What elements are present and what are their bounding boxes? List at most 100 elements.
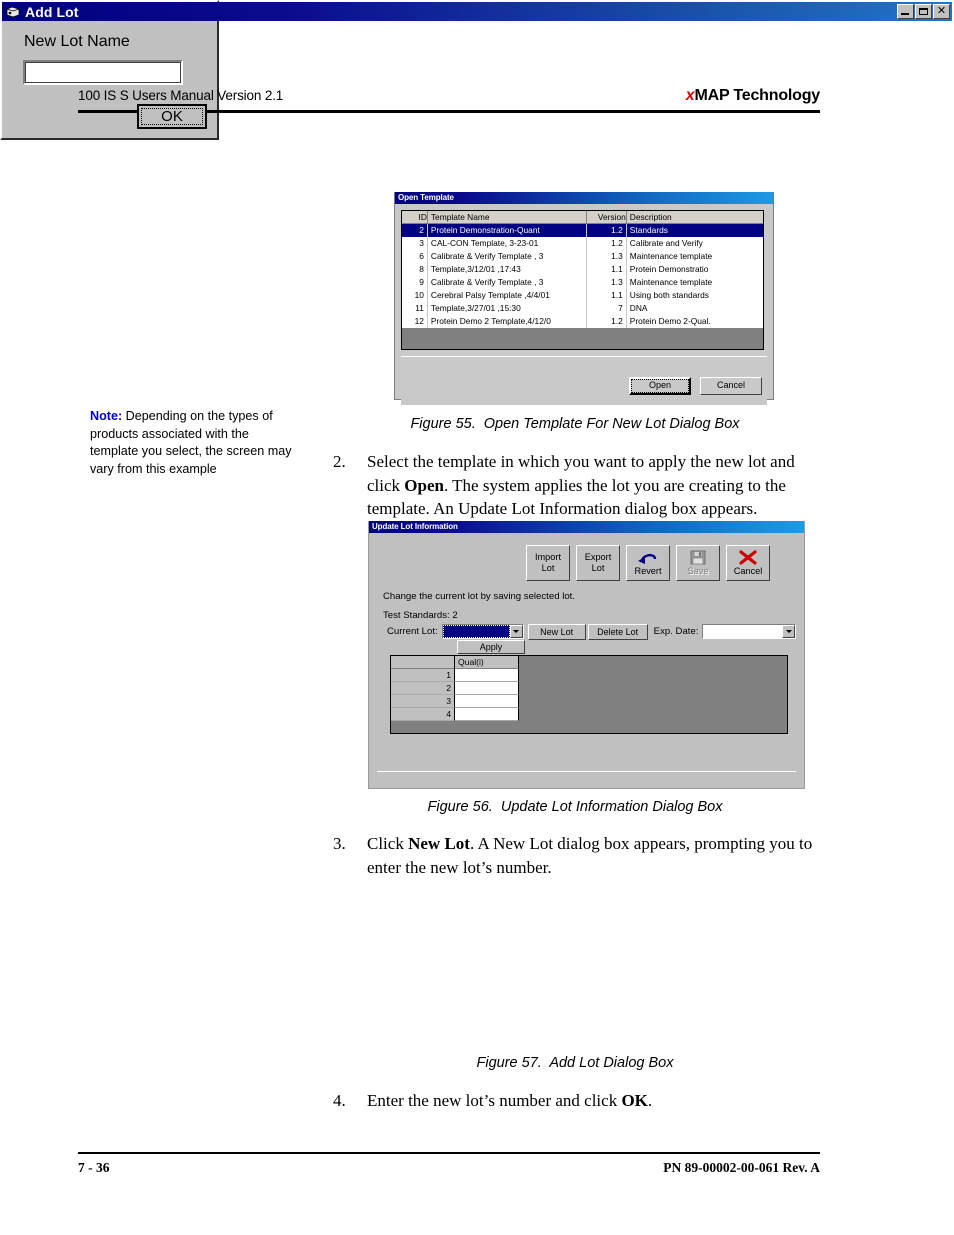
cancel-toolbar-button[interactable]: Cancel — [726, 545, 770, 581]
column-header-id[interactable]: ID — [402, 211, 428, 224]
table-row[interactable]: 6 Calibrate & Verify Template , 3 1.3 Maint… — [402, 250, 763, 263]
table-row[interactable]: 12 Protein Demo 2 Template,4/12/0 1.2 Prote… — [402, 315, 763, 328]
new-lot-name-input[interactable] — [23, 60, 183, 85]
import-lot-button[interactable]: Import Lot — [526, 545, 570, 581]
close-icon[interactable]: ✕ — [933, 4, 950, 19]
step-2: 2. Select the template in which you want… — [333, 450, 820, 521]
table-row[interactable]: 3 CAL-CON Template, 3-23-01 1.2 Calibrate a… — [402, 237, 763, 250]
cell-name: Template,3/12/01 ,17:43 — [428, 263, 587, 276]
step-4-part2: . — [647, 1091, 653, 1110]
cell-name: Calibrate & Verify Template , 3 — [428, 250, 587, 263]
cell-name: CAL-CON Template, 3-23-01 — [428, 237, 587, 250]
revert-label: Revert — [634, 565, 662, 576]
apply-button[interactable]: Apply — [457, 640, 525, 654]
cell-description: Maintenance template — [629, 251, 713, 261]
cell-name: Protein Demonstration-Quant — [428, 224, 587, 237]
export-lot-line1: Export — [584, 552, 612, 562]
exp-date-value — [703, 625, 783, 638]
table-row[interactable]: 11 Template,3/27/01 ,15:30 7 DNA — [402, 302, 763, 315]
cell-version: 1.2 — [587, 237, 627, 250]
red-x-icon — [739, 549, 757, 565]
cell-description: Standards — [629, 225, 668, 235]
undo-arrow-icon — [636, 550, 660, 565]
revert-button[interactable]: Revert — [626, 545, 670, 581]
note-label: Note: — [90, 409, 123, 423]
table-row[interactable]: 2 Protein Demonstration-Quant 1.2 Standards — [402, 224, 763, 237]
open-template-titlebar: Open Template — [395, 192, 773, 204]
cell-id: 2 — [402, 224, 428, 237]
cell-description: Calibrate and Verify — [629, 238, 703, 248]
grid-cell[interactable] — [455, 682, 519, 695]
exp-date-chevron-down-icon[interactable] — [782, 625, 796, 638]
grid-row-header[interactable]: 4 — [391, 708, 455, 721]
current-lot-combo[interactable] — [441, 624, 524, 639]
cell-name: Calibrate & Verify Template , 3 — [428, 276, 587, 289]
table-row[interactable]: 10 Cerebral Palsy Template ,4/4/01 1.1 Usin… — [402, 289, 763, 302]
step-2-number: 2. — [333, 452, 346, 471]
exp-date-combo[interactable] — [702, 624, 797, 639]
cell-id: 10 — [402, 289, 428, 302]
template-listview[interactable]: ID Template Name Version Description 2 Pr… — [401, 210, 764, 350]
open-template-dialog: Open Template ID Template Name Version D… — [394, 192, 774, 405]
page-number: 7 - 36 — [78, 1160, 110, 1175]
import-lot-line1: Import — [534, 552, 562, 562]
maximize-icon[interactable] — [915, 4, 932, 19]
chevron-down-icon[interactable] — [509, 625, 523, 638]
update-lot-title: Update Lot Information — [372, 522, 458, 531]
status-bar-divider — [377, 771, 796, 772]
grid-row-header[interactable]: 3 — [391, 695, 455, 708]
export-lot-button[interactable]: Export Lot — [576, 545, 620, 581]
grid-cell[interactable] — [455, 708, 519, 721]
grid-column-header-qual[interactable]: Qual(i) — [455, 656, 519, 669]
cell-id: 9 — [402, 276, 428, 289]
cancel-button[interactable]: Cancel — [700, 377, 762, 395]
note-callout: Note: Depending on the types of products… — [90, 408, 295, 478]
open-button[interactable]: Open — [629, 377, 691, 395]
cell-version: 1.3 — [587, 276, 627, 289]
step-3-number: 3. — [333, 834, 346, 853]
grid-row-header[interactable]: 1 — [391, 669, 455, 682]
cell-version: 1.1 — [587, 263, 627, 276]
lot-values-grid[interactable]: Qual(i) 1234 — [390, 655, 788, 734]
cell-description: Protein Demo 2-Qual. — [629, 316, 711, 326]
cell-id: 3 — [402, 237, 428, 250]
minimize-icon[interactable] — [897, 4, 914, 19]
grid-cell[interactable] — [455, 695, 519, 708]
import-lot-line2: Lot — [541, 563, 555, 573]
table-row[interactable]: 9 Calibrate & Verify Template , 3 1.3 Maint… — [402, 276, 763, 289]
cell-name: Cerebral Palsy Template ,4/4/01 — [428, 289, 587, 302]
cell-description: Maintenance template — [629, 277, 713, 287]
cell-version: 1.2 — [587, 224, 627, 237]
open-template-body: ID Template Name Version Description 2 Pr… — [395, 204, 773, 405]
grid-cell[interactable] — [455, 669, 519, 682]
cell-id: 6 — [402, 250, 428, 263]
test-standards-label: Test Standards: 2 — [383, 610, 458, 621]
grid-row-header[interactable]: 2 — [391, 682, 455, 695]
figure-57-caption: Figure 57. Add Lot Dialog Box — [476, 1055, 674, 1071]
cell-id: 12 — [402, 315, 428, 328]
cell-version: 1.3 — [587, 250, 627, 263]
column-header-name[interactable]: Template Name — [427, 211, 587, 224]
footer-rule — [78, 1152, 820, 1154]
save-button[interactable]: Save — [676, 545, 720, 581]
add-lot-dialog: Add Lot ✕ New Lot Name OK — [0, 0, 952, 140]
ok-button[interactable]: OK — [137, 104, 207, 129]
column-header-version[interactable]: Version — [586, 211, 627, 224]
figure-55-caption: Figure 55. Open Template For New Lot Dia… — [410, 416, 740, 432]
brand-logo: xMAP Technology — [686, 87, 820, 105]
add-lot-title: Add Lot — [25, 3, 79, 20]
brand-name: MAP Technology — [694, 87, 820, 104]
table-row[interactable]: 8 Template,3/12/01 ,17:43 1.1 Protein Demon… — [402, 263, 763, 276]
step-2-text: Select the template in which you want to… — [367, 450, 820, 521]
column-header-description[interactable]: Description — [626, 211, 763, 224]
delete-lot-button[interactable]: Delete Lot — [587, 623, 648, 640]
step-4-bold-ok: OK — [621, 1091, 648, 1110]
cell-id: 8 — [402, 263, 428, 276]
open-template-title: Open Template — [398, 193, 454, 202]
new-lot-button[interactable]: New Lot — [527, 623, 586, 640]
step-4-number: 4. — [333, 1091, 346, 1110]
save-label: Save — [687, 565, 709, 576]
cell-version: 7 — [587, 302, 627, 315]
template-list-header: ID Template Name Version Description — [402, 211, 763, 224]
cell-name: Template,3/27/01 ,15:30 — [428, 302, 587, 315]
